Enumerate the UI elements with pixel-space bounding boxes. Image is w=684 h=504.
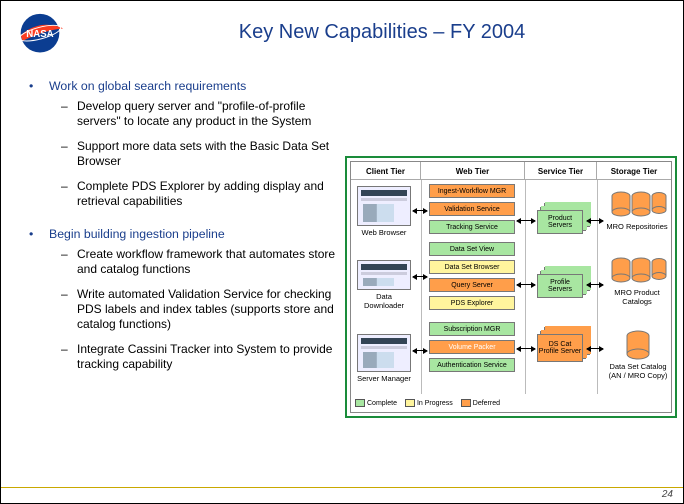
- box-dscat-server: DS Cat Profile Server: [537, 334, 583, 362]
- cylinder-icon: [607, 254, 667, 288]
- box-validation: Validation Service: [429, 202, 515, 216]
- arrow-icon: [413, 210, 427, 211]
- sub-2-3: –Integrate Cassini Tracker into System t…: [61, 342, 339, 372]
- svg-text:NASA: NASA: [26, 29, 53, 40]
- box-product-servers: Product Servers: [537, 210, 583, 234]
- slide-title: Key New Capabilities – FY 2004: [101, 21, 663, 44]
- server-mgr-thumbnail: [357, 334, 411, 372]
- arrow-icon: [517, 220, 535, 221]
- box-volume: Volume Packer: [429, 340, 515, 354]
- label-data-downloader: Data Downloader: [357, 292, 411, 310]
- downloader-thumbnail: [357, 260, 411, 290]
- label-web-browser: Web Browser: [357, 228, 411, 237]
- sub-1-2: –Support more data sets with the Basic D…: [61, 139, 339, 169]
- box-profile-servers: Profile Servers: [537, 274, 583, 298]
- box-dsbrowser: Data Set Browser: [429, 260, 515, 274]
- sub-2-2: –Write automated Validation Service for …: [61, 287, 339, 332]
- arrow-icon: [587, 220, 603, 221]
- bullet-2: • Begin building ingestion pipeline: [29, 227, 339, 241]
- sub-1-1: –Develop query server and "profile-of-pr…: [61, 99, 339, 129]
- sub-2-1: –Create workflow framework that automate…: [61, 247, 339, 277]
- box-tracking: Tracking Service: [429, 220, 515, 234]
- page-number: 24: [662, 489, 673, 500]
- browser-thumbnail: [357, 186, 411, 226]
- arrow-icon: [587, 284, 603, 285]
- box-explorer: PDS Explorer: [429, 296, 515, 310]
- label-mro-repos: MRO Repositories: [603, 222, 671, 231]
- tier-header: Client Tier Web Tier Service Tier Storag…: [351, 162, 671, 180]
- arrow-icon: [587, 348, 603, 349]
- label-prod-catalogs: MRO Product Catalogs: [601, 288, 673, 306]
- architecture-diagram: Client Tier Web Tier Service Tier Storag…: [345, 156, 677, 418]
- label-dscat: Data Set Catalog (AN / MRO Copy): [603, 362, 673, 380]
- arrow-icon: [517, 348, 535, 349]
- cylinder-icon: [625, 330, 651, 362]
- arrow-icon: [413, 350, 427, 351]
- nasa-logo-icon: NASA: [11, 9, 69, 57]
- arrow-icon: [413, 276, 427, 277]
- box-dsview: Data Set View: [429, 242, 515, 256]
- arrow-icon: [517, 284, 535, 285]
- box-auth: Authentication Service: [429, 358, 515, 372]
- bullet-1: • Work on global search requirements: [29, 79, 339, 93]
- label-server-manager: Server Manager: [357, 374, 411, 383]
- cylinder-icon: [607, 188, 667, 222]
- sub-1-3: –Complete PDS Explorer by adding display…: [61, 179, 339, 209]
- footer-rule: [1, 487, 683, 503]
- box-subscription: Subscription MGR: [429, 322, 515, 336]
- box-query: Query Server: [429, 278, 515, 292]
- legend: Complete In Progress Deferred: [355, 396, 500, 410]
- body-text: • Work on global search requirements –De…: [29, 79, 339, 382]
- slide: NASA Key New Capabilities – FY 2004 • Wo…: [0, 0, 684, 504]
- box-ingest: Ingest-Workflow MGR: [429, 184, 515, 198]
